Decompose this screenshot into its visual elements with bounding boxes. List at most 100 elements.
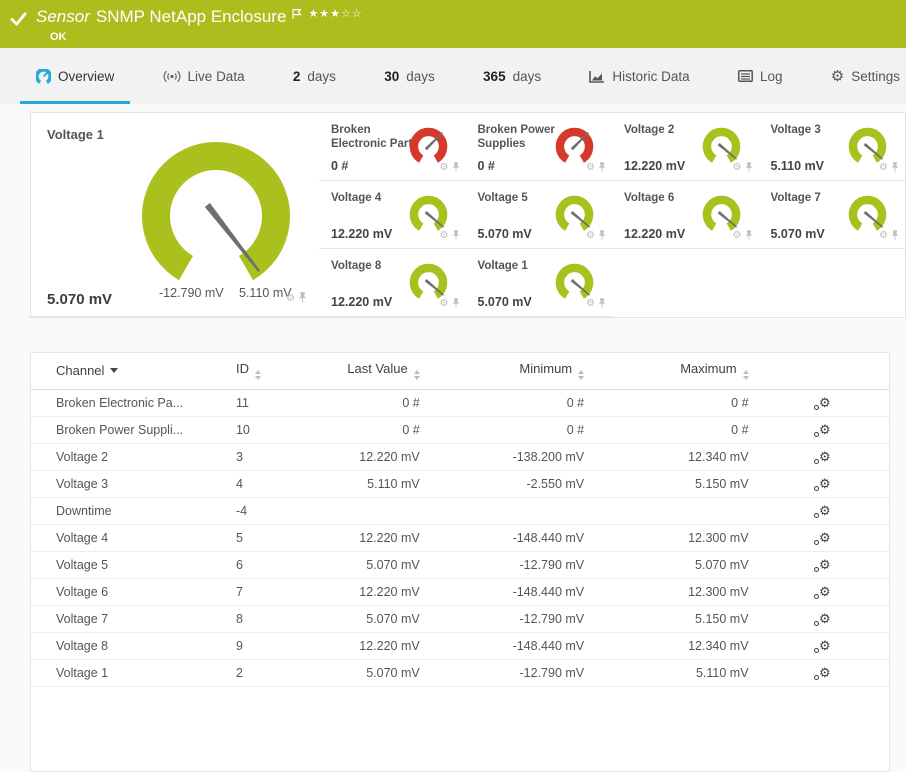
- sensor-name: SNMP NetApp Enclosure: [95, 7, 287, 26]
- channel-settings-icon[interactable]: ⚙: [814, 612, 831, 626]
- gauge-label: Voltage 6: [624, 192, 675, 204]
- cell-channel: Voltage 6: [31, 578, 216, 606]
- column-header-channel[interactable]: Channel: [31, 353, 216, 390]
- cell-id: 3: [215, 443, 324, 471]
- tab-2-days[interactable]: 2 days: [277, 48, 352, 104]
- table-row[interactable]: Broken Electronic Pa... 11 0 # 0 # 0 # ⚙: [31, 389, 889, 417]
- pin-icon[interactable]: [598, 159, 606, 177]
- channel-settings-icon[interactable]: ⚙: [814, 558, 831, 572]
- table-row[interactable]: Voltage 2 3 12.220 mV -138.200 mV 12.340…: [31, 443, 889, 471]
- featured-gauge[interactable]: Voltage 1 -12.790 mV 5.110 mV 5.070 mV ⚙: [31, 113, 319, 317]
- gauge-value: 5.110 mV: [770, 159, 825, 173]
- column-header-last-value[interactable]: Last Value: [323, 353, 432, 390]
- gauge-settings-icon[interactable]: ⚙: [586, 163, 595, 173]
- table-row[interactable]: Voltage 6 7 12.220 mV -148.440 mV 12.300…: [31, 578, 889, 606]
- pin-icon[interactable]: [745, 159, 753, 177]
- table-row[interactable]: Voltage 5 6 5.070 mV -12.790 mV 5.070 mV…: [31, 551, 889, 579]
- cell-id: 7: [215, 578, 324, 606]
- tab-365-days[interactable]: 365 days: [467, 48, 557, 104]
- tab-historic-data[interactable]: Historic Data: [573, 48, 705, 104]
- cell-maximum: 0 #: [596, 416, 761, 444]
- gauge-cell[interactable]: Voltage 1 5.070 mV ⚙: [465, 249, 612, 317]
- gauge-value: 12.220 mV: [624, 227, 686, 241]
- sort-icon: [254, 370, 261, 381]
- channel-settings-icon[interactable]: ⚙: [814, 531, 831, 545]
- table-row[interactable]: Voltage 4 5 12.220 mV -148.440 mV 12.300…: [31, 524, 889, 552]
- pin-icon[interactable]: [298, 290, 307, 308]
- cell-minimum: -138.200 mV: [431, 443, 597, 471]
- gauge-settings-icon[interactable]: ⚙: [440, 163, 449, 173]
- gauge-settings-icon[interactable]: ⚙: [586, 231, 595, 241]
- cell-maximum: 5.150 mV: [596, 470, 761, 498]
- gauge-grid: Broken Electronic Parts 0 # ⚙ Broken Pow…: [319, 113, 905, 317]
- gauge-cell[interactable]: Broken Power Supplies 0 # ⚙: [465, 113, 612, 181]
- flag-icon[interactable]: [292, 5, 303, 25]
- table-row[interactable]: Voltage 3 4 5.110 mV -2.550 mV 5.150 mV …: [31, 470, 889, 498]
- pin-icon[interactable]: [598, 295, 606, 313]
- gauge-settings-icon[interactable]: ⚙: [879, 163, 888, 173]
- tab-live-data[interactable]: Live Data: [147, 48, 261, 104]
- cell-minimum: -148.440 mV: [431, 524, 597, 552]
- gauge-cell[interactable]: Voltage 6 12.220 mV ⚙: [612, 181, 759, 249]
- sort-icon: [742, 370, 749, 381]
- gauge-cell[interactable]: Voltage 3 5.110 mV ⚙: [758, 113, 905, 181]
- sort-icon: [578, 370, 585, 381]
- gauge-settings-icon[interactable]: ⚙: [879, 231, 888, 241]
- channel-settings-icon[interactable]: ⚙: [814, 396, 831, 410]
- channel-settings-icon[interactable]: ⚙: [814, 504, 831, 518]
- table-row[interactable]: Voltage 8 9 12.220 mV -148.440 mV 12.340…: [31, 632, 889, 660]
- cell-minimum: -148.440 mV: [431, 632, 597, 660]
- cell-last-value: 0 #: [323, 389, 432, 417]
- gauge-cell[interactable]: Voltage 8 12.220 mV ⚙: [319, 249, 466, 317]
- gauge-settings-icon[interactable]: ⚙: [286, 294, 295, 304]
- cell-id: 5: [215, 524, 324, 552]
- gauge-value: 12.220 mV: [331, 295, 393, 309]
- tab-log[interactable]: Log: [722, 48, 799, 104]
- channel-settings-icon[interactable]: ⚙: [814, 423, 831, 437]
- gauge-settings-icon[interactable]: ⚙: [733, 163, 742, 173]
- pin-icon[interactable]: [891, 227, 899, 245]
- column-header-id[interactable]: ID: [215, 353, 324, 390]
- gauge-max-label: 5.110 mV: [239, 286, 292, 300]
- cell-id: -4: [215, 497, 324, 525]
- column-header-minimum[interactable]: Minimum: [431, 353, 597, 390]
- cell-maximum: 12.300 mV: [596, 578, 761, 606]
- gauge-settings-icon[interactable]: ⚙: [440, 299, 449, 309]
- gauge-cell[interactable]: Voltage 7 5.070 mV ⚙: [758, 181, 905, 249]
- table-row[interactable]: Voltage 1 2 5.070 mV -12.790 mV 5.110 mV…: [31, 659, 889, 687]
- gauge-cell[interactable]: Voltage 4 12.220 mV ⚙: [319, 181, 466, 249]
- pin-icon[interactable]: [452, 295, 460, 313]
- table-row[interactable]: Voltage 7 8 5.070 mV -12.790 mV 5.150 mV…: [31, 605, 889, 633]
- gauge-cell[interactable]: Voltage 2 12.220 mV ⚙: [612, 113, 759, 181]
- star-rating[interactable]: ★★★☆☆: [308, 4, 362, 24]
- gauge-settings-icon[interactable]: ⚙: [440, 231, 449, 241]
- table-row[interactable]: Broken Power Suppli... 10 0 # 0 # 0 # ⚙: [31, 416, 889, 444]
- gauge-settings-icon[interactable]: ⚙: [586, 299, 595, 309]
- gauge-value: 12.220 mV: [331, 227, 393, 241]
- gauge-label: Voltage 3: [770, 124, 821, 136]
- channel-settings-icon[interactable]: ⚙: [814, 477, 831, 491]
- chart-icon: [589, 70, 605, 83]
- channel-settings-icon[interactable]: ⚙: [814, 639, 831, 653]
- broadcast-icon: [163, 70, 181, 83]
- cell-maximum: 12.340 mV: [596, 443, 761, 471]
- pin-icon[interactable]: [745, 227, 753, 245]
- channel-settings-icon[interactable]: ⚙: [814, 585, 831, 599]
- gauge-value: 12.220 mV: [624, 159, 686, 173]
- channel-settings-icon[interactable]: ⚙: [814, 450, 831, 464]
- gauge-settings-icon[interactable]: ⚙: [733, 231, 742, 241]
- pin-icon[interactable]: [598, 227, 606, 245]
- pin-icon[interactable]: [891, 159, 899, 177]
- pin-icon[interactable]: [452, 159, 460, 177]
- table-row[interactable]: Downtime -4 ⚙: [31, 497, 889, 525]
- gauge-cell[interactable]: Voltage 5 5.070 mV ⚙: [465, 181, 612, 249]
- column-header-maximum[interactable]: Maximum: [596, 353, 761, 390]
- tab-overview[interactable]: Overview: [20, 48, 131, 104]
- status-badge: OK: [50, 31, 67, 43]
- tab-30-days[interactable]: 30 days: [368, 48, 451, 104]
- gauge-cell[interactable]: Broken Electronic Parts 0 # ⚙: [319, 113, 466, 181]
- channel-settings-icon[interactable]: ⚙: [814, 666, 831, 680]
- tab-settings[interactable]: ⚙ Settings: [815, 48, 906, 104]
- pin-icon[interactable]: [452, 227, 460, 245]
- gauge-label: Voltage 5: [477, 192, 528, 204]
